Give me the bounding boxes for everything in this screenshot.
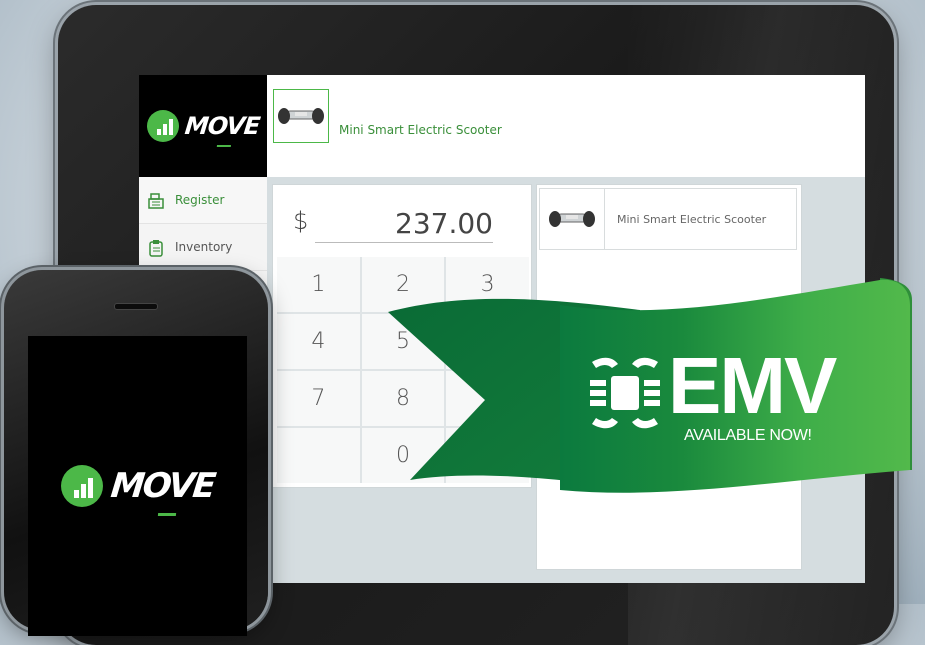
emv-chip-icon <box>588 354 662 432</box>
move-logo-icon <box>60 465 103 507</box>
key-6[interactable]: 6 <box>446 314 529 369</box>
key-9[interactable]: 9 <box>446 371 529 426</box>
key-blank[interactable] <box>277 428 360 483</box>
key-8[interactable]: 8 <box>361 371 445 426</box>
key-1[interactable]: 1 <box>277 257 360 312</box>
emv-headline: EMV <box>668 341 837 430</box>
currency-symbol: $ <box>293 207 309 235</box>
key-5[interactable]: 5 <box>361 314 445 369</box>
sidebar-item-label: Inventory <box>175 240 233 254</box>
clipboard-icon <box>147 239 163 257</box>
key-3[interactable]: 3 <box>446 257 529 312</box>
hoverboard-icon <box>540 189 605 249</box>
logo-text: MOVE <box>183 112 261 140</box>
sidebar-item-register[interactable]: Register <box>139 177 267 224</box>
register-icon <box>147 192 164 209</box>
cart-item-title: Mini Smart Electric Scooter <box>617 212 767 226</box>
key-7[interactable]: 7 <box>277 371 360 426</box>
hoverboard-icon[interactable] <box>273 89 329 143</box>
app-logo: MOVE <box>139 75 267 177</box>
key-2[interactable]: 2 <box>361 257 445 312</box>
keypad-panel: $ 237.00 1 2 3 4 5 6 7 8 9 0 <box>272 184 532 488</box>
phone-logo-text: MOVE <box>108 466 217 506</box>
header-bar: Mini Smart Electric Scooter <box>267 75 865 177</box>
key-0[interactable]: 0 <box>361 428 445 483</box>
emv-subline: AVAILABLE NOW! <box>684 427 812 444</box>
amount-field[interactable]: 237.00 <box>315 207 493 243</box>
move-logo-icon <box>146 110 179 142</box>
key-blank[interactable] <box>446 428 529 483</box>
numeric-keypad: 1 2 3 4 5 6 7 8 9 0 <box>277 257 529 483</box>
amount-display: $ 237.00 <box>273 185 531 253</box>
product-title: Mini Smart Electric Scooter <box>339 123 502 137</box>
sidebar-item-label: Register <box>175 193 225 207</box>
phone-speaker <box>114 303 158 310</box>
cart-item[interactable]: Mini Smart Electric Scooter <box>539 188 797 250</box>
key-4[interactable]: 4 <box>277 314 360 369</box>
phone-device: MOVE <box>4 270 268 636</box>
sidebar-item-inventory[interactable]: Inventory <box>139 224 267 271</box>
phone-screen: MOVE <box>28 336 247 636</box>
